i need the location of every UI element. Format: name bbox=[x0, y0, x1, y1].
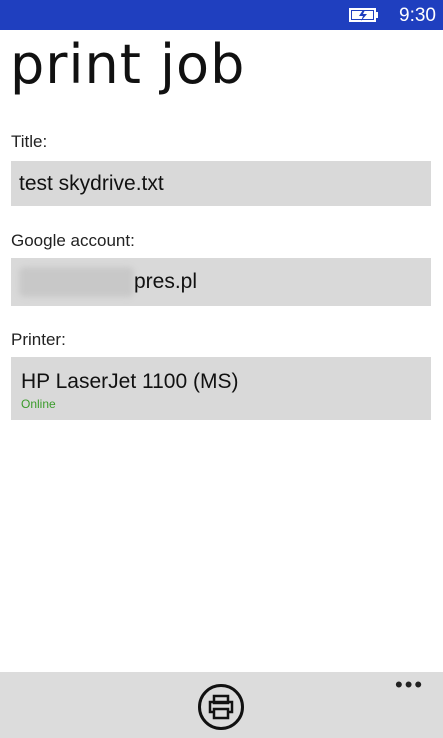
blurred-account-name bbox=[19, 267, 134, 297]
printer-name: HP LaserJet 1100 (MS) bbox=[21, 370, 239, 393]
battery-charging-icon bbox=[349, 8, 378, 22]
title-field[interactable]: test skydrive.txt bbox=[11, 161, 431, 206]
print-icon bbox=[208, 694, 234, 720]
title-value: test skydrive.txt bbox=[19, 172, 164, 195]
clock: 9:30 bbox=[399, 5, 436, 26]
printer-label: Printer: bbox=[11, 330, 66, 349]
status-bar: 9:30 bbox=[0, 0, 443, 30]
printer-selector[interactable]: HP LaserJet 1100 (MS) Online bbox=[11, 357, 431, 420]
more-icon[interactable]: ••• bbox=[395, 672, 424, 698]
app-bar: ••• bbox=[0, 672, 443, 738]
google-account-label: Google account: bbox=[11, 231, 135, 250]
page-title: print job bbox=[10, 33, 246, 96]
google-account-field[interactable]: pres.pl bbox=[11, 258, 431, 306]
printer-status: Online bbox=[21, 397, 56, 411]
google-account-value: pres.pl bbox=[134, 270, 198, 293]
title-label: Title: bbox=[11, 132, 48, 151]
print-button[interactable] bbox=[198, 684, 244, 730]
